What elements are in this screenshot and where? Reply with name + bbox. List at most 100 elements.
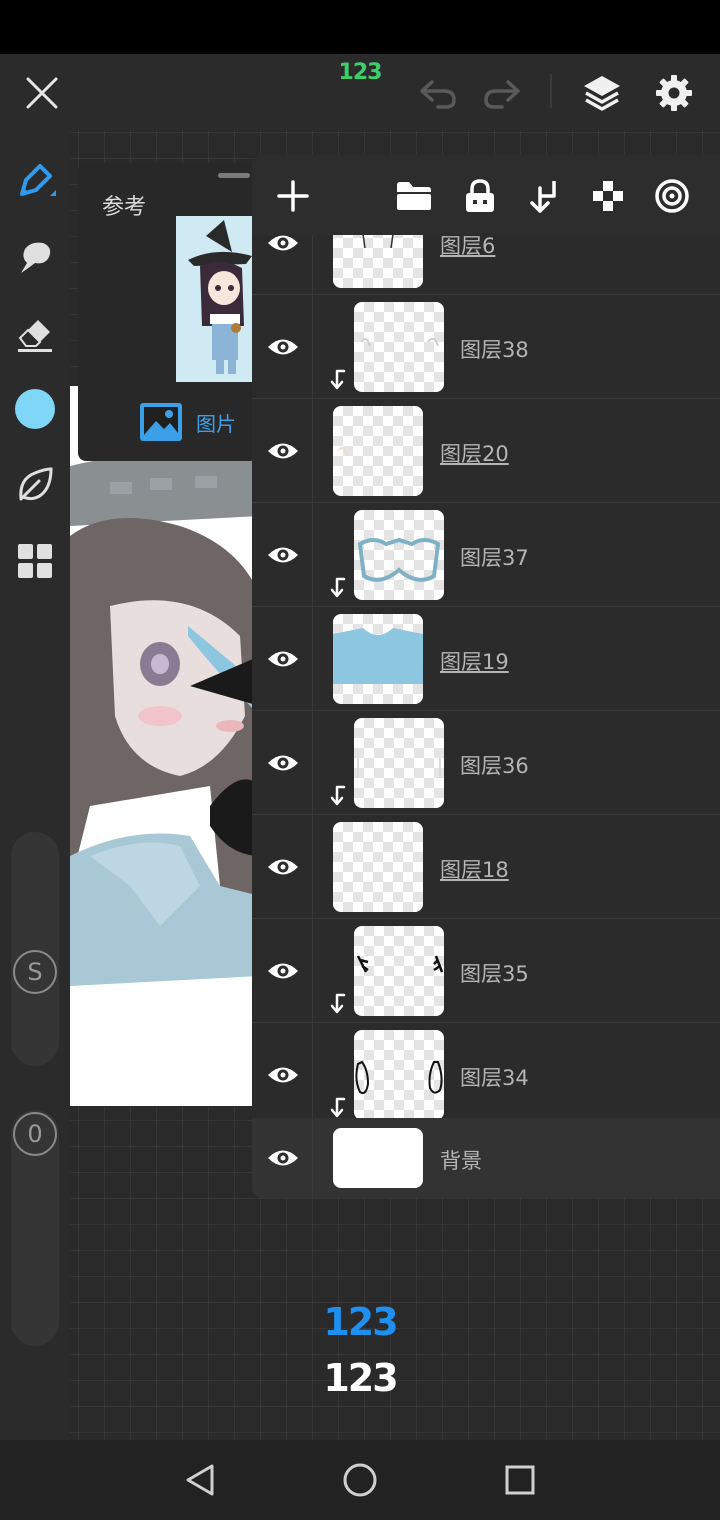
background-layer-row[interactable]: 背景 xyxy=(252,1118,720,1198)
color-picker-button[interactable] xyxy=(6,380,64,438)
layer-thumbnail xyxy=(333,614,423,704)
opacity-slider[interactable]: 0 xyxy=(11,1110,59,1346)
layer-name: 图层38 xyxy=(460,338,529,362)
clip-arrow-icon xyxy=(330,577,346,598)
layer-row[interactable]: 图层18 xyxy=(252,815,720,919)
artwork-illustration xyxy=(70,386,260,1106)
opacity-knob[interactable]: 0 xyxy=(13,1112,57,1156)
undo-button[interactable] xyxy=(412,70,464,116)
canvas-text-white: 123 xyxy=(323,1356,398,1400)
layers-toolbar xyxy=(252,155,720,235)
tool-sidebar: S 0 xyxy=(0,130,70,1440)
layer-thumbnail xyxy=(354,718,444,808)
nav-home-button[interactable] xyxy=(332,1454,388,1506)
clip-arrow-icon xyxy=(330,785,346,806)
clip-arrow-icon xyxy=(330,369,346,390)
add-layer-button[interactable] xyxy=(266,169,320,223)
row-divider xyxy=(312,607,313,711)
clipping-mask-button[interactable] xyxy=(517,169,571,223)
row-divider xyxy=(312,919,313,1023)
reference-picture-button[interactable]: 图片 xyxy=(138,399,236,445)
visibility-toggle[interactable] xyxy=(260,1052,306,1098)
layer-row[interactable]: 图层20 xyxy=(252,399,720,503)
settings-icon xyxy=(656,75,692,111)
nav-back-button[interactable] xyxy=(172,1454,228,1506)
alpha-lock-button[interactable] xyxy=(581,169,635,223)
smudge-tool-button[interactable] xyxy=(6,228,64,286)
visibility-toggle[interactable] xyxy=(260,844,306,890)
layer-row[interactable]: 图层36 xyxy=(252,711,720,815)
redo-button[interactable] xyxy=(476,70,528,116)
layer-name: 图层34 xyxy=(460,1066,529,1090)
layer-thumbnail xyxy=(333,822,423,912)
row-divider xyxy=(312,295,313,399)
visibility-toggle[interactable] xyxy=(260,532,306,578)
reference-picture-label: 图片 xyxy=(196,411,236,436)
row-divider xyxy=(312,503,313,607)
eraser-icon xyxy=(18,320,52,352)
reference-character-image xyxy=(176,216,258,382)
add-icon xyxy=(277,180,309,212)
toolbar-divider xyxy=(550,74,552,108)
brush-size-slider[interactable]: S xyxy=(11,832,59,1066)
eraser-tool-button[interactable] xyxy=(6,304,64,362)
brush-size-knob[interactable]: S xyxy=(13,950,57,994)
pen-icon xyxy=(20,164,56,196)
brush-library-button[interactable] xyxy=(6,456,64,514)
layer-thumbnail-art xyxy=(357,758,441,778)
target-icon xyxy=(655,179,689,213)
reference-image[interactable] xyxy=(176,216,258,382)
visibility-toggle[interactable] xyxy=(260,324,306,370)
clip-arrow-indicator xyxy=(330,577,346,603)
visibility-toggle[interactable] xyxy=(260,740,306,786)
layer-row[interactable]: 图层34 xyxy=(252,1023,720,1127)
layer-name: 图层35 xyxy=(460,962,529,986)
eye-icon xyxy=(268,1150,298,1166)
home-circle-icon xyxy=(343,1463,377,1497)
layer-name: 图层37 xyxy=(460,546,529,570)
back-triangle-icon xyxy=(186,1464,214,1496)
more-tools-button[interactable] xyxy=(6,532,64,590)
pen-tool-button[interactable] xyxy=(6,152,64,210)
layer-thumbnail-art xyxy=(361,337,439,347)
layer-row[interactable]: 图层19 xyxy=(252,607,720,711)
opacity-label: 0 xyxy=(27,1120,43,1148)
layer-thumbnail-art xyxy=(357,537,441,582)
project-title[interactable]: 123 xyxy=(328,60,392,85)
reference-drag-handle[interactable] xyxy=(218,173,250,178)
close-button[interactable] xyxy=(16,70,68,116)
smudge-icon xyxy=(21,242,51,273)
layer-thumbnail-art xyxy=(355,1060,443,1094)
layer-row[interactable]: 图层35 xyxy=(252,919,720,1023)
close-icon xyxy=(26,77,58,109)
settings-button[interactable] xyxy=(646,68,702,118)
undo-icon xyxy=(420,80,456,109)
visibility-toggle[interactable] xyxy=(260,636,306,682)
visibility-toggle[interactable] xyxy=(260,428,306,474)
eye-icon xyxy=(268,339,298,355)
artwork-canvas[interactable] xyxy=(70,386,260,1106)
layer-thumbnail-art xyxy=(333,822,423,912)
lock-layer-button[interactable] xyxy=(453,169,507,223)
clip-arrow-indicator xyxy=(330,993,346,1019)
redo-icon xyxy=(484,80,520,109)
nav-recents-button[interactable] xyxy=(492,1454,548,1506)
visibility-toggle[interactable] xyxy=(260,1135,306,1181)
layer-thumbnail xyxy=(333,1128,423,1188)
clip-arrow-indicator xyxy=(330,785,346,811)
layer-thumbnail xyxy=(354,510,444,600)
layer-row[interactable]: 图层37 xyxy=(252,503,720,607)
background-layer-name: 背景 xyxy=(440,1149,482,1173)
layer-row[interactable]: 图层38 xyxy=(252,295,720,399)
clip-arrow-icon xyxy=(330,1097,346,1118)
clip-arrow-icon xyxy=(330,993,346,1014)
canvas-text-blue: 123 xyxy=(323,1300,398,1344)
layer-thumbnail xyxy=(333,406,423,496)
status-bar xyxy=(0,0,720,54)
layer-effects-button[interactable] xyxy=(645,169,699,223)
visibility-toggle[interactable] xyxy=(260,948,306,994)
layers-button[interactable] xyxy=(574,68,630,118)
eye-icon xyxy=(268,235,298,251)
add-folder-button[interactable] xyxy=(387,169,441,223)
layer-thumbnail xyxy=(354,1030,444,1120)
